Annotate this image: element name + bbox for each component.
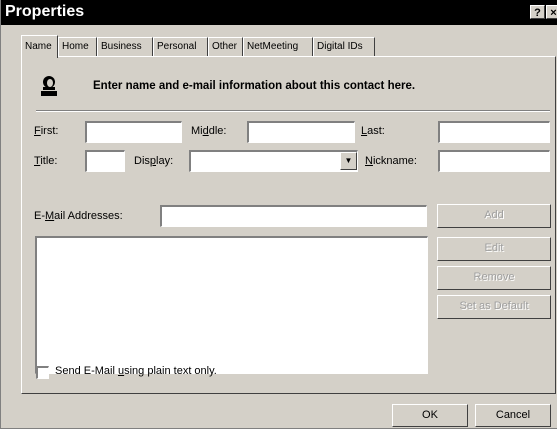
tab-other[interactable]: Other — [208, 37, 243, 57]
plain-text-checkbox[interactable] — [36, 366, 49, 379]
middle-name-input[interactable] — [247, 121, 355, 143]
plain-text-label: Send E-Mail using plain text only. — [55, 365, 217, 377]
tab-personal[interactable]: Personal — [153, 37, 208, 57]
contact-person-icon — [38, 74, 60, 98]
add-button[interactable]: Add — [437, 204, 551, 228]
last-name-input[interactable] — [438, 121, 550, 143]
tab-name[interactable]: Name — [21, 35, 58, 58]
window-title: Properties — [5, 3, 85, 20]
header-separator — [36, 110, 550, 112]
chevron-down-icon[interactable]: ▼ — [340, 152, 357, 170]
header-instructions: Enter name and e-mail information about … — [93, 80, 416, 92]
set-as-default-button[interactable]: Set as Default — [437, 295, 551, 319]
first-name-input[interactable] — [85, 121, 182, 143]
tab-netmeeting[interactable]: NetMeeting — [243, 37, 313, 57]
email-addresses-label: E-Mail Addresses: — [34, 210, 123, 222]
title-label: Title: — [34, 155, 58, 167]
ok-button[interactable]: OK — [392, 404, 468, 427]
display-label: Display: — [134, 155, 174, 167]
cancel-button[interactable]: Cancel — [475, 404, 551, 427]
properties-dialog: Properties ? × Name Home Business Person… — [0, 0, 557, 429]
title-input[interactable] — [85, 150, 125, 172]
edit-button[interactable]: Edit — [437, 237, 551, 261]
tab-digital-ids[interactable]: Digital IDs — [313, 37, 375, 57]
close-button[interactable]: × — [546, 5, 557, 19]
nickname-input[interactable] — [438, 150, 550, 172]
first-name-label: First: — [34, 125, 59, 137]
last-name-label: Last: — [361, 125, 385, 137]
help-button[interactable]: ? — [530, 5, 545, 19]
display-combobox[interactable]: ▼ — [189, 150, 358, 172]
middle-name-label: Middle: — [191, 125, 227, 137]
tab-business[interactable]: Business — [97, 37, 153, 57]
remove-button[interactable]: Remove — [437, 266, 551, 290]
email-address-list[interactable] — [35, 236, 428, 374]
nickname-label: Nickname: — [365, 155, 417, 167]
title-bar[interactable]: Properties ? × — [1, 0, 557, 25]
tab-home[interactable]: Home — [58, 37, 97, 57]
email-address-input[interactable] — [160, 205, 427, 227]
